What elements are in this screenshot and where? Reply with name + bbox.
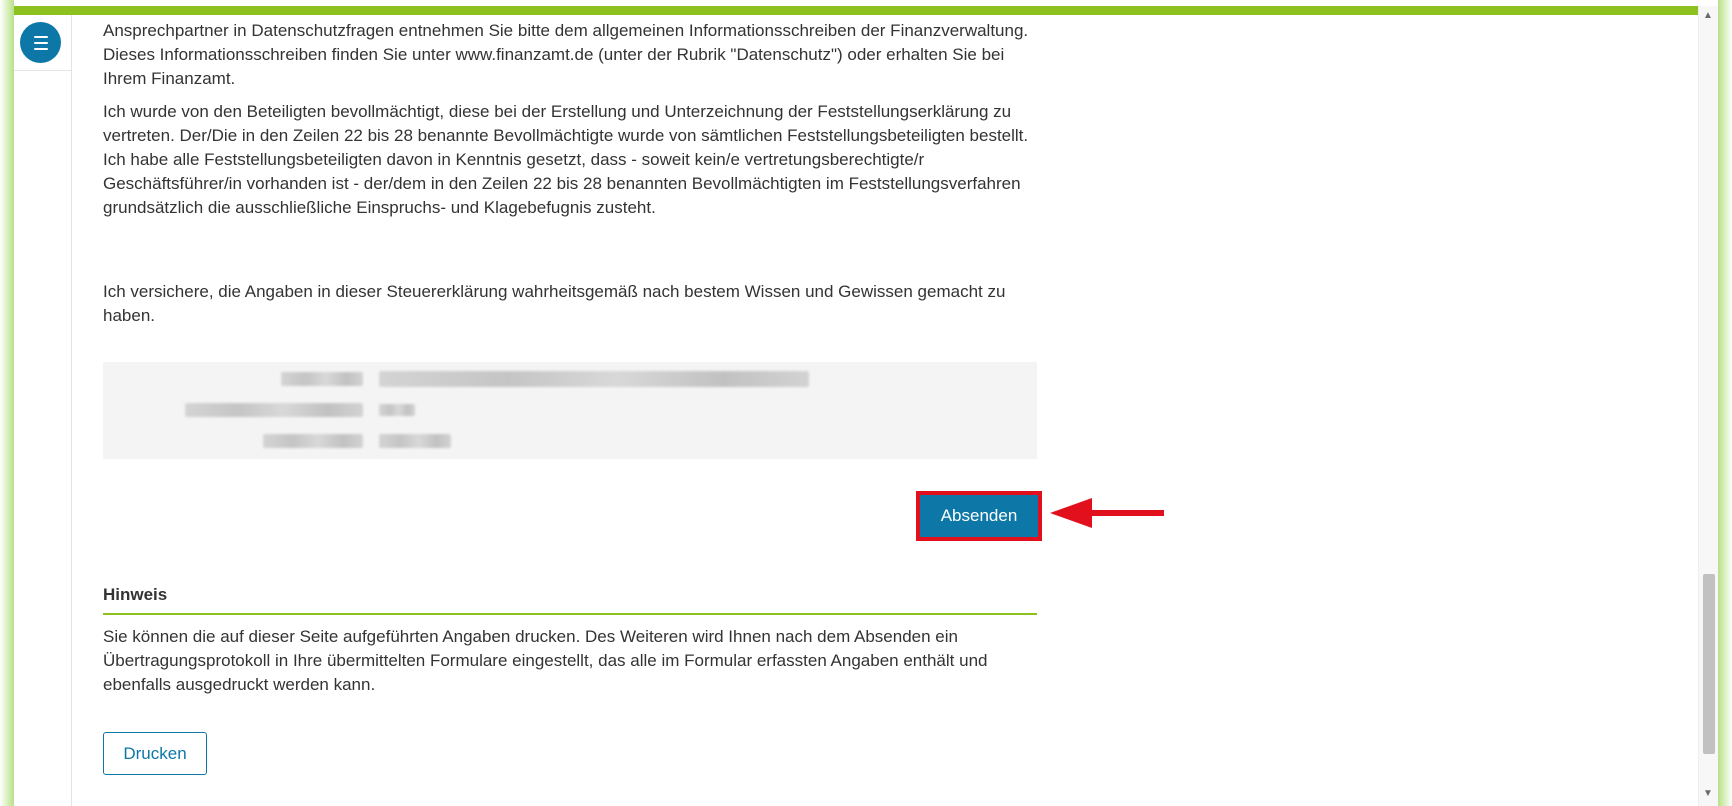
privacy-paragraph: Ansprechpartner in Datenschutzfragen ent… [103, 21, 1029, 88]
scrollbar-thumb[interactable] [1703, 574, 1715, 754]
rail-divider [14, 70, 71, 71]
authorization-paragraph: Ich wurde von den Beteiligten bevollmäch… [103, 102, 1029, 217]
redacted-value [379, 404, 415, 416]
print-button[interactable]: Drucken [103, 732, 207, 775]
pointer-arrow-icon [1050, 498, 1164, 528]
hint-text: Sie können die auf dieser Seite aufgefüh… [103, 627, 988, 694]
assurance-paragraph: Ich versichere, die Angaben in dieser St… [103, 282, 1006, 325]
redacted-label [185, 403, 363, 417]
menu-button[interactable] [20, 22, 61, 63]
side-navigation-rail [14, 15, 72, 806]
redacted-value [379, 371, 809, 387]
redacted-label [263, 434, 363, 448]
scroll-up-arrow-icon[interactable]: ▲ [1700, 8, 1716, 24]
redacted-summary-box [103, 362, 1037, 459]
scroll-down-arrow-icon[interactable]: ▼ [1700, 786, 1716, 802]
hint-heading: Hinweis [103, 585, 168, 604]
send-button[interactable]: Absenden [920, 495, 1038, 537]
top-accent-bar [14, 6, 1698, 15]
page: Ansprechpartner in Datenschutzfragen ent… [0, 0, 1732, 806]
hamburger-menu-icon [33, 34, 48, 52]
window-border-right [1718, 0, 1732, 806]
window-border-left [0, 0, 14, 806]
redacted-label [281, 372, 363, 386]
redacted-value [379, 434, 451, 448]
hint-divider [103, 613, 1037, 615]
